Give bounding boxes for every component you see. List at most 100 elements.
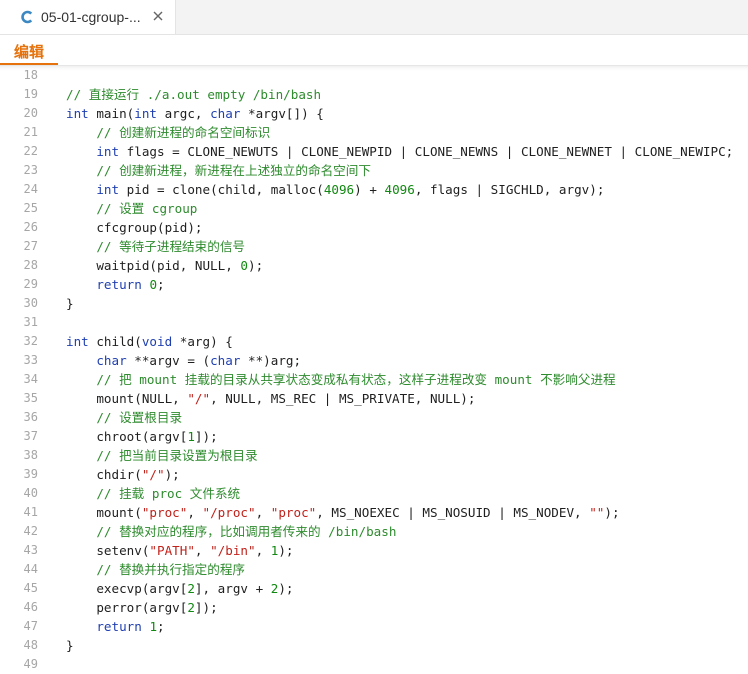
code-editor[interactable]: 18 19// 直接运行 ./a.out empty /bin/bash 20 int… — [0, 66, 748, 674]
code-line[interactable]: 41 mount("proc", "/proc", "proc", MS_NOE… — [0, 503, 748, 522]
code-token: setenv( — [66, 543, 150, 558]
code-line[interactable]: 34 // 把 mount 挂载的目录从共享状态变成私有状态，这样子进程改变 m… — [0, 370, 748, 389]
line-text: // 挂载 proc 文件系统 — [66, 484, 240, 503]
line-number: 37 — [23, 429, 38, 443]
c-language-icon — [20, 10, 34, 24]
line-number: 30 — [23, 296, 38, 310]
code-line[interactable]: 18 — [0, 66, 748, 85]
code-keyword: return — [96, 619, 142, 634]
line-number: 43 — [23, 543, 38, 557]
line-number: 22 — [23, 144, 38, 158]
line-number: 34 — [23, 372, 38, 386]
mode-toolbar: 编辑 — [0, 35, 748, 66]
code-comment: // 等待子进程结束的信号 — [96, 239, 246, 254]
line-number: 38 — [23, 448, 38, 462]
code-token: , — [255, 543, 271, 558]
code-line[interactable]: 26 cfcgroup(pid); — [0, 218, 748, 237]
code-token: waitpid(pid, NULL, — [66, 258, 241, 273]
code-line[interactable]: 47 return 1; — [0, 617, 748, 636]
code-line[interactable]: 21 // 创建新进程的命名空间标识 — [0, 123, 748, 142]
code-comment: // 创建新进程的命名空间标识 — [96, 125, 271, 140]
code-line[interactable]: 23 // 创建新进程，新进程在上述独立的命名空间下 — [0, 161, 748, 180]
code-line[interactable]: 40 // 挂载 proc 文件系统 — [0, 484, 748, 503]
code-token: ; — [157, 277, 165, 292]
code-token: chroot(argv[ — [66, 429, 188, 444]
code-token: ); — [604, 505, 620, 520]
code-string: "/" — [141, 467, 165, 482]
line-text: chroot(argv[1]); — [66, 427, 217, 446]
code-keyword: int — [66, 334, 89, 349]
code-line[interactable]: 46 perror(argv[2]); — [0, 598, 748, 617]
code-token: ); — [247, 258, 264, 273]
code-line[interactable]: 19 // 直接运行 ./a.out empty /bin/bash — [0, 85, 748, 104]
code-keyword: int — [134, 106, 157, 121]
code-token: , — [187, 505, 203, 520]
code-line[interactable]: 48} — [0, 636, 748, 655]
code-number: 2 — [187, 581, 195, 596]
code-number: 1 — [187, 429, 195, 444]
line-text: // 把 mount 挂载的目录从共享状态变成私有状态，这样子进程改变 moun… — [66, 370, 615, 389]
file-tab[interactable]: 05-01-cgroup-... — [0, 0, 176, 34]
line-number: 18 — [23, 68, 38, 82]
code-token: ); — [164, 467, 180, 482]
code-line[interactable]: 24 int pid = clone(child, malloc(4096) +… — [0, 180, 748, 199]
code-line[interactable]: 39 chdir("/"); — [0, 465, 748, 484]
code-line[interactable]: 36 // 设置根目录 — [0, 408, 748, 427]
code-number: 0 — [149, 277, 158, 292]
code-comment: // 替换对应的程序，比如调用者传来的 /bin/bash — [96, 524, 397, 539]
code-line[interactable]: 28 waitpid(pid, NULL, 0); — [0, 256, 748, 275]
code-keyword: return — [96, 277, 142, 292]
code-line[interactable]: 49 — [0, 655, 748, 674]
code-line[interactable]: 25 // 设置 cgroup — [0, 199, 748, 218]
code-keyword: char — [210, 353, 241, 368]
code-line[interactable]: 44 // 替换并执行指定的程序 — [0, 560, 748, 579]
code-comment: // 创建新进程，新进程在上述独立的命名空间下 — [96, 163, 371, 178]
line-number: 44 — [23, 562, 38, 576]
code-number: 4096 — [384, 182, 415, 197]
line-number: 26 — [23, 220, 38, 234]
code-comment: // 设置根目录 — [96, 410, 183, 425]
code-token: ], argv + — [194, 581, 271, 596]
line-text: // 直接运行 ./a.out empty /bin/bash — [66, 85, 321, 104]
code-line[interactable]: 20 int main(int argc, char *argv[]) { — [0, 104, 748, 123]
line-text: waitpid(pid, NULL, 0); — [66, 256, 263, 275]
code-line[interactable]: 38 // 把当前目录设置为根目录 — [0, 446, 748, 465]
line-text: // 替换对应的程序，比如调用者传来的 /bin/bash — [66, 522, 396, 541]
code-line[interactable]: 45 execvp(argv[2], argv + 2); — [0, 579, 748, 598]
line-number: 32 — [23, 334, 38, 348]
line-text: perror(argv[2]); — [66, 598, 217, 617]
code-line[interactable]: 30} — [0, 294, 748, 313]
code-line[interactable]: 31 — [0, 313, 748, 332]
code-token: **argv = ( — [126, 353, 211, 368]
code-line[interactable]: 33 char **argv = (char **)arg; — [0, 351, 748, 370]
line-text: } — [66, 294, 74, 313]
code-line[interactable]: 32 int child(void *arg) { — [0, 332, 748, 351]
close-icon[interactable] — [151, 9, 165, 23]
code-token: argc, — [157, 106, 211, 121]
code-token: *arg) { — [172, 334, 233, 349]
code-line[interactable]: 35 mount(NULL, "/", NULL, MS_REC | MS_PR… — [0, 389, 748, 408]
code-line[interactable]: 27 // 等待子进程结束的信号 — [0, 237, 748, 256]
code-string: "proc" — [141, 505, 188, 520]
code-line[interactable]: 22 int flags = CLONE_NEWUTS | CLONE_NEWP… — [0, 142, 748, 161]
code-line[interactable]: 37 chroot(argv[1]); — [0, 427, 748, 446]
line-number: 21 — [23, 125, 38, 139]
edit-mode-tab[interactable]: 编辑 — [14, 41, 44, 62]
line-text: int main(int argc, char *argv[]) { — [66, 104, 324, 123]
code-line[interactable]: 42 // 替换对应的程序，比如调用者传来的 /bin/bash — [0, 522, 748, 541]
code-comment: // 设置 cgroup — [96, 201, 198, 216]
code-line[interactable]: 43 setenv("PATH", "/bin", 1); — [0, 541, 748, 560]
code-line[interactable]: 29 return 0; — [0, 275, 748, 294]
active-tab-indicator — [0, 63, 58, 65]
code-token: execvp(argv[ — [66, 581, 188, 596]
